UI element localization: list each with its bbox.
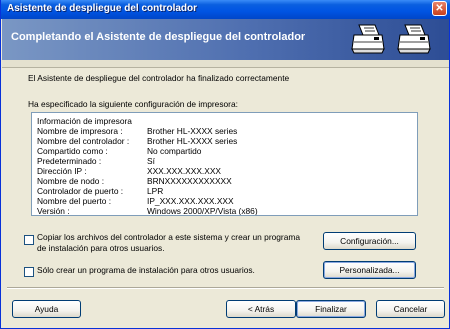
printer-icon xyxy=(351,24,385,54)
footer-divider xyxy=(7,287,444,289)
info-row: Nombre del puerto : IP_XXX.XXX.XXX.XXX xyxy=(37,196,407,206)
info-value: IP_XXX.XXX.XXX.XXX xyxy=(147,196,234,206)
info-label: Nombre del puerto : xyxy=(37,196,112,206)
info-title: Información de impresora xyxy=(37,116,132,126)
info-label: Nombre de nodo : xyxy=(37,176,105,186)
info-row: Controlador de puerto : LPR xyxy=(37,186,407,196)
wizard-heading: Completando el Asistente de despliegue d… xyxy=(11,31,306,43)
config-heading: Ha especificado la siguiente configuraci… xyxy=(28,99,238,109)
info-row: Versión : Windows 2000/XP/Vista (x86) xyxy=(37,206,407,216)
info-label: Nombre de impresora : xyxy=(37,126,123,136)
close-icon[interactable]: ✕ xyxy=(432,1,447,16)
info-value: Brother HL-XXXX series xyxy=(147,136,238,146)
info-row: Compartido como : No compartido xyxy=(37,146,407,156)
info-label: Controlador de puerto : xyxy=(37,186,124,196)
info-row: Predeterminado : Sí xyxy=(37,156,407,166)
wizard-banner: Completando el Asistente de despliegue d… xyxy=(2,19,449,60)
personalizada-button[interactable]: Personalizada... xyxy=(323,261,416,279)
cancelar-button[interactable]: Cancelar xyxy=(376,300,445,318)
info-value: BRNXXXXXXXXXXXX xyxy=(147,176,232,186)
driver-deployment-wizard-window: Asistente de despliegue del controlador … xyxy=(0,0,450,329)
info-value: LPR xyxy=(147,186,164,196)
window-title: Asistente de despliegue del controlador xyxy=(7,3,198,14)
atras-button[interactable]: < Atrás xyxy=(226,300,296,318)
printer-info-box[interactable]: Información de impresora Nombre de impre… xyxy=(31,112,418,216)
info-row: Nombre del controlador : Brother HL-XXXX… xyxy=(37,136,407,146)
configuracion-button[interactable]: Configuración... xyxy=(323,232,416,250)
info-value: No compartido xyxy=(147,146,202,156)
copy-files-label[interactable]: Copiar los archivos del controlador a es… xyxy=(37,232,307,254)
info-row: Nombre de nodo : BRNXXXXXXXXXXXX xyxy=(37,176,407,186)
info-value: Brother HL-XXXX series xyxy=(147,126,238,136)
status-message: El Asistente de despliegue del controlad… xyxy=(28,73,290,83)
info-label: Dirección IP : xyxy=(37,166,87,176)
info-label: Nombre del controlador : xyxy=(37,136,130,146)
title-bar[interactable]: Asistente de despliegue del controlador … xyxy=(1,0,450,19)
ayuda-button[interactable]: Ayuda xyxy=(12,300,81,318)
info-value: XXX.XXX.XXX.XXX xyxy=(147,166,222,176)
banner-separator xyxy=(2,60,449,68)
copy-files-checkbox[interactable] xyxy=(24,235,34,245)
only-installer-checkbox[interactable] xyxy=(24,267,34,277)
info-value: Windows 2000/XP/Vista (x86) xyxy=(147,206,258,216)
info-label: Compartido como : xyxy=(37,146,108,156)
finalizar-button[interactable]: Finalizar xyxy=(296,300,366,318)
info-label: Versión : xyxy=(37,206,70,216)
info-value: Sí xyxy=(147,156,155,166)
info-label: Predeterminado : xyxy=(37,156,102,166)
info-row: Nombre de impresora : Brother HL-XXXX se… xyxy=(37,126,407,136)
info-row: Dirección IP : XXX.XXX.XXX.XXX xyxy=(37,166,407,176)
only-installer-label[interactable]: Sólo crear un programa de instalación pa… xyxy=(37,265,307,276)
printer-icon xyxy=(397,24,431,54)
